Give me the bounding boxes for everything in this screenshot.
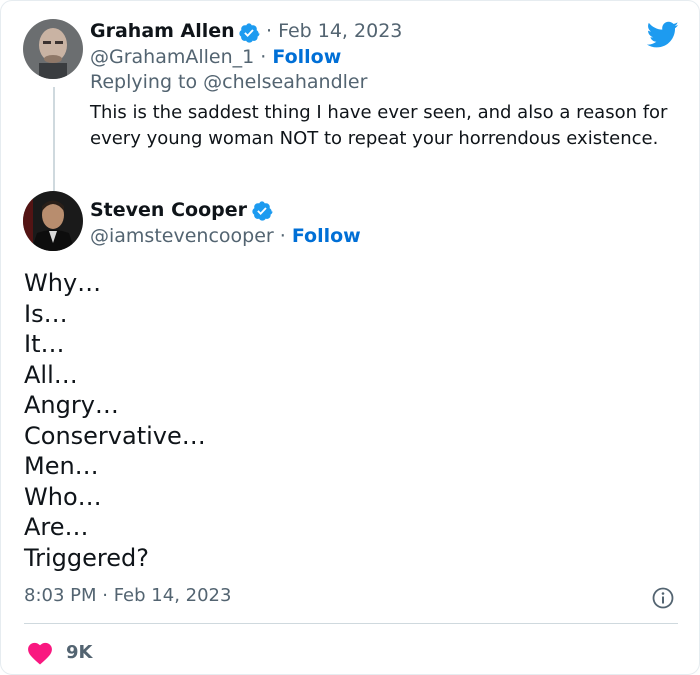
tweet-line: All… (24, 360, 78, 389)
graham-allen-avatar[interactable] (23, 19, 83, 79)
tweet-line: Angry… (24, 391, 119, 419)
replying-to[interactable]: Replying to @chelseahandler (90, 71, 367, 93)
reply-date[interactable]: · Feb 14, 2023 (266, 20, 402, 42)
follow-button[interactable]: Follow (272, 46, 341, 68)
tweet-line: Is… (24, 299, 68, 328)
info-icon[interactable] (651, 586, 675, 610)
reply-tweet-text: This is the saddest thing I have ever se… (90, 102, 668, 149)
tweet-line: Men… (24, 452, 99, 480)
thread-connector-line (53, 87, 55, 191)
follow-button[interactable]: Follow (292, 225, 361, 247)
separator-dot: · (273, 225, 292, 247)
main-handle[interactable]: @iamstevencooper (90, 225, 274, 247)
reply-author-name[interactable]: Graham Allen (90, 20, 235, 42)
verified-badge-icon (238, 22, 260, 44)
reply-handle-line: @GrahamAllen_1 · Follow (90, 46, 341, 68)
like-count: 9K (66, 642, 93, 663)
separator-dot: · (254, 46, 273, 68)
tweet-line: Are… (24, 513, 89, 541)
main-handle-line: @iamstevencooper · Follow (90, 225, 361, 247)
steven-cooper-avatar[interactable] (23, 191, 83, 251)
verified-badge-icon (251, 200, 273, 222)
main-tweet-text: Why… Is… It… All… Angry… Conservative… M… (24, 268, 206, 573)
main-author-name[interactable]: Steven Cooper (90, 199, 247, 221)
tweet-line: Triggered? (24, 543, 149, 572)
tweet-card: Graham Allen · Feb 14, 2023 @GrahamAllen… (0, 0, 700, 675)
divider (24, 623, 678, 624)
tweet-line: Conservative… (24, 421, 206, 450)
twitter-bird-icon[interactable] (647, 21, 679, 49)
heart-icon[interactable] (27, 641, 53, 665)
tweet-line: Who… (24, 482, 102, 511)
tweet-line: It… (24, 330, 65, 358)
reply-handle[interactable]: @GrahamAllen_1 (90, 46, 254, 68)
tweet-line: Why… (24, 269, 102, 297)
tweet-timestamp[interactable]: 8:03 PM · Feb 14, 2023 (24, 585, 231, 606)
